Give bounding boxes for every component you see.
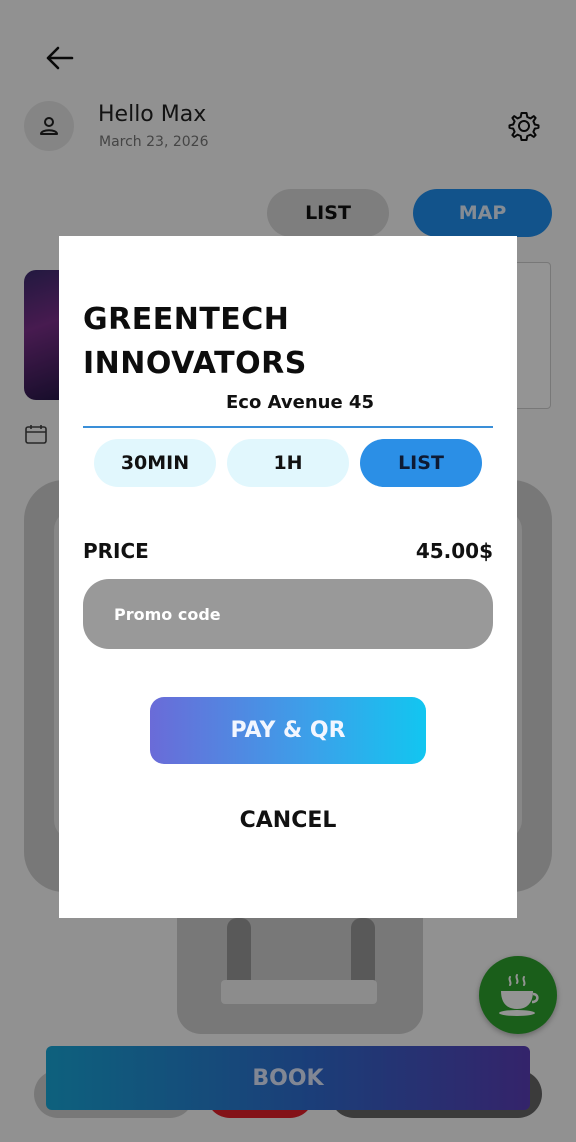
cancel-button[interactable]: CANCEL bbox=[59, 808, 517, 833]
venue-title: GREENTECH INNOVATORS bbox=[83, 302, 307, 381]
duration-1h-button[interactable]: 1H bbox=[227, 439, 349, 487]
booking-dialog: GREENTECH INNOVATORS Eco Avenue 45 30MIN… bbox=[59, 236, 517, 918]
duration-list-button[interactable]: LIST bbox=[360, 439, 482, 487]
promo-code-input[interactable] bbox=[83, 579, 493, 649]
pay-qr-button[interactable]: PAY & QR bbox=[150, 697, 426, 764]
duration-30min-button[interactable]: 30MIN bbox=[94, 439, 216, 487]
price-label: PRICE bbox=[83, 539, 149, 563]
divider bbox=[83, 426, 493, 428]
venue-address: Eco Avenue 45 bbox=[226, 392, 374, 413]
price-value: 45.00$ bbox=[415, 539, 493, 563]
